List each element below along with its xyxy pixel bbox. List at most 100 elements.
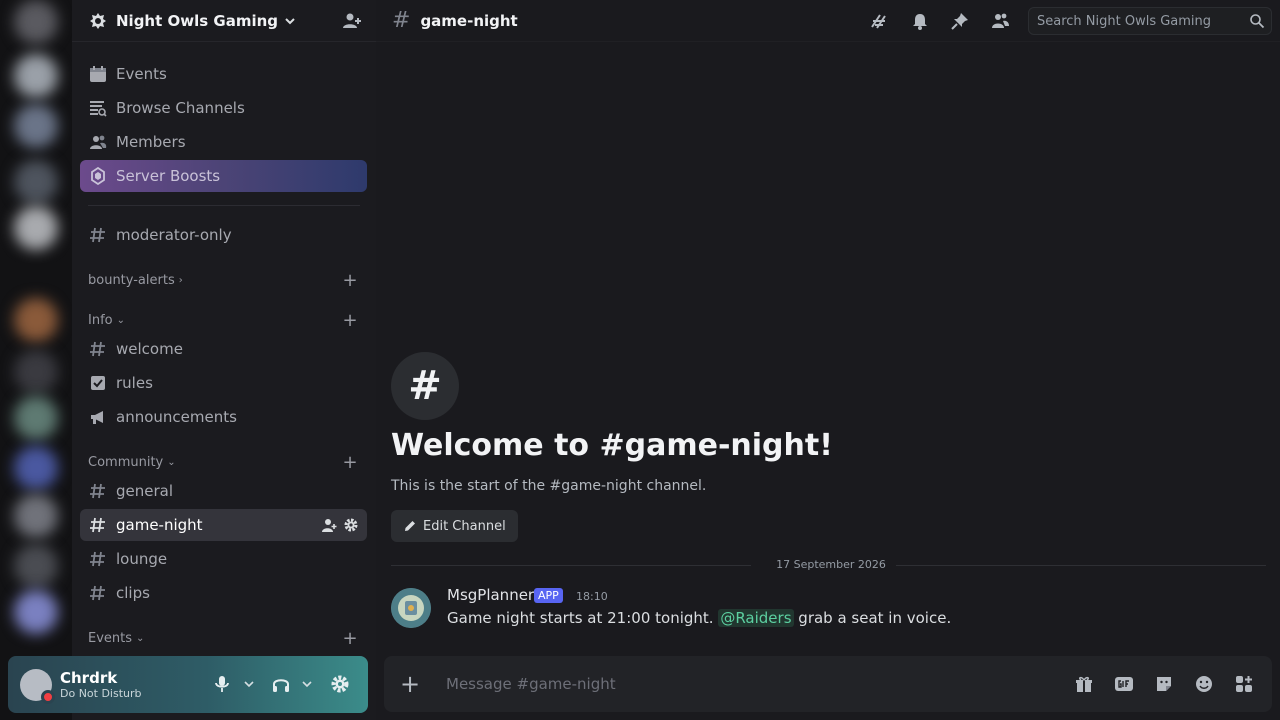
channel-rules[interactable]: rules	[80, 367, 367, 399]
browse-channels-icon	[88, 98, 108, 118]
server-icon[interactable]	[14, 298, 58, 342]
server-icon[interactable]	[14, 396, 58, 440]
sidebar-divider	[88, 205, 360, 206]
channel-general[interactable]: general	[80, 475, 367, 507]
server-icon[interactable]	[14, 206, 58, 250]
hash-icon	[88, 549, 108, 569]
chevron-down-icon	[244, 681, 254, 688]
pin-icon[interactable]	[950, 11, 970, 31]
message-text: Game night starts at 21:00 tonight.	[447, 609, 714, 627]
hash-icon	[88, 481, 108, 501]
member-list-icon[interactable]	[990, 11, 1010, 31]
nav-label: Events	[116, 65, 167, 83]
server-header[interactable]: Night Owls Gaming	[72, 0, 376, 42]
server-icon[interactable]	[14, 104, 58, 148]
avatar[interactable]	[20, 668, 55, 704]
invite-people-icon[interactable]	[342, 11, 362, 31]
apps-icon[interactable]	[1234, 674, 1254, 694]
category-events[interactable]: Events ⌄ +	[88, 628, 360, 649]
gear-icon[interactable]	[343, 515, 359, 535]
create-channel-plus-icon[interactable]: +	[340, 310, 360, 331]
server-icon[interactable]	[14, 590, 58, 634]
mic-options-button[interactable]	[244, 672, 254, 696]
channel-label: announcements	[116, 408, 237, 426]
category-label: bounty-alerts	[88, 272, 175, 288]
category-community[interactable]: Community ⌄ +	[88, 452, 360, 473]
user-settings-button[interactable]	[330, 672, 350, 696]
channel-announcements[interactable]: announcements	[80, 401, 367, 433]
message[interactable]: MsgPlanner APP 18:10 Game night starts a…	[391, 586, 1261, 632]
audio-options-button[interactable]	[302, 672, 312, 696]
edit-channel-label: Edit Channel	[423, 518, 506, 534]
chevron-right-icon: ›	[178, 274, 183, 286]
channel-game-night[interactable]: game-night	[80, 509, 367, 541]
create-channel-plus-icon[interactable]: +	[340, 270, 360, 291]
channel-label: lounge	[116, 550, 168, 568]
channel-hash-icon: #	[391, 352, 459, 420]
category-info[interactable]: Info ⌄ +	[88, 310, 360, 331]
nav-label: Members	[116, 133, 186, 151]
gif-icon[interactable]	[1114, 674, 1134, 694]
category-label: Community	[88, 454, 164, 470]
channel-title: game-night	[420, 11, 518, 30]
role-mention[interactable]: @Raiders	[718, 609, 794, 627]
search-box[interactable]	[1028, 7, 1272, 35]
server-icon[interactable]	[14, 544, 58, 588]
channel-clips[interactable]: clips	[80, 577, 367, 609]
headphones-icon	[273, 679, 289, 692]
hash-icon	[88, 339, 108, 359]
nav-browse-channels[interactable]: Browse Channels	[80, 92, 367, 124]
members-icon	[88, 132, 108, 152]
channel-label: moderator-only	[116, 226, 232, 244]
channel-label: welcome	[116, 340, 183, 358]
calendar-icon	[88, 64, 108, 84]
threads-icon[interactable]	[869, 11, 889, 31]
server-name: Night Owls Gaming	[116, 11, 279, 30]
channel-label: general	[116, 482, 174, 500]
emoji-icon[interactable]	[1194, 674, 1214, 694]
hash-icon	[88, 515, 108, 535]
server-icon[interactable]	[14, 350, 58, 394]
avatar[interactable]	[391, 588, 431, 628]
mute-button[interactable]	[214, 672, 230, 696]
server-icon[interactable]	[14, 160, 58, 204]
microphone-icon	[215, 676, 229, 692]
message-author[interactable]: MsgPlanner	[447, 586, 534, 604]
notification-bell-icon[interactable]	[910, 11, 930, 31]
date-divider: 17 September 2026	[391, 558, 1271, 572]
nav-members[interactable]: Members	[80, 126, 367, 158]
hash-icon: #	[392, 8, 411, 33]
channel-sidebar: Night Owls Gaming Events Browse Channels…	[72, 0, 376, 720]
discord-window: Night Owls Gaming Events Browse Channels…	[0, 0, 1280, 720]
edit-channel-button[interactable]: Edit Channel	[391, 510, 518, 542]
search-input[interactable]	[1037, 13, 1237, 29]
rules-icon	[88, 373, 108, 393]
server-rail	[0, 0, 72, 720]
message-input[interactable]	[446, 672, 1006, 696]
message-content: Game night starts at 21:00 tonight. @Rai…	[447, 609, 951, 627]
add-attachment-plus-icon[interactable]: +	[398, 670, 422, 698]
channel-welcome[interactable]: welcome	[80, 333, 367, 365]
gift-icon[interactable]	[1074, 674, 1094, 694]
server-icon[interactable]	[14, 494, 58, 538]
deafen-button[interactable]	[272, 672, 290, 696]
user-name: Chrdrk	[60, 669, 118, 687]
channel-lounge[interactable]: lounge	[80, 543, 367, 575]
chevron-down-icon	[302, 681, 312, 688]
server-icon[interactable]	[14, 54, 58, 98]
server-logo-icon	[88, 11, 108, 31]
category-bounty-alerts[interactable]: bounty-alerts › +	[88, 270, 360, 291]
dnd-status-icon	[41, 689, 55, 704]
create-invite-icon[interactable]	[321, 515, 337, 535]
nav-server-boosts[interactable]: Server Boosts	[80, 160, 367, 192]
channel-moderator-only[interactable]: moderator-only	[80, 219, 367, 251]
create-channel-plus-icon[interactable]: +	[340, 452, 360, 473]
boost-icon	[88, 166, 108, 186]
sticker-icon[interactable]	[1154, 674, 1174, 694]
nav-events[interactable]: Events	[80, 58, 367, 90]
server-icon[interactable]	[14, 446, 58, 490]
server-icon[interactable]	[14, 0, 58, 44]
pencil-icon	[405, 521, 415, 531]
user-info[interactable]: Chrdrk Do Not Disturb	[60, 669, 142, 700]
create-channel-plus-icon[interactable]: +	[340, 628, 360, 649]
